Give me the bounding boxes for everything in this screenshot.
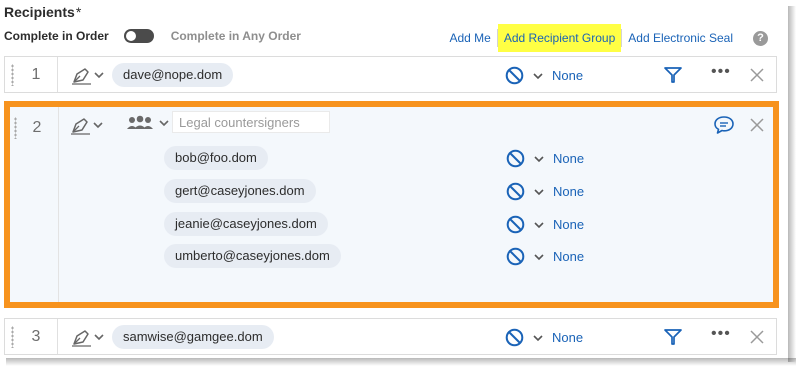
panel-shadow	[6, 358, 796, 366]
chevron-down-icon	[533, 334, 543, 341]
divider	[57, 57, 58, 92]
role-selector[interactable]	[70, 115, 110, 135]
role-selector[interactable]	[71, 327, 111, 347]
filter-icon[interactable]	[663, 328, 683, 346]
recipient-email-chip[interactable]: dave@nope.dom	[112, 63, 234, 87]
toggle-knob	[125, 31, 136, 41]
close-icon[interactable]	[749, 329, 765, 345]
more-options-icon[interactable]: •••	[711, 63, 731, 81]
no-auth-icon	[506, 215, 525, 234]
more-options-icon[interactable]: •••	[711, 325, 731, 343]
pen-signer-icon	[72, 330, 91, 347]
chevron-down-icon	[93, 122, 103, 129]
add-recipient-group-link[interactable]: Add Recipient Group	[497, 24, 622, 52]
chevron-down-icon	[534, 253, 544, 260]
auth-label: None	[553, 217, 585, 232]
recipient-row-3: 3 samwise@gamgee.dom None •••	[4, 318, 777, 355]
no-auth-icon	[506, 247, 525, 266]
required-mark: *	[75, 4, 82, 20]
pen-signer-icon	[71, 118, 90, 135]
chevron-down-icon	[534, 155, 544, 162]
divider	[57, 319, 58, 354]
add-electronic-seal-link[interactable]: Add Electronic Seal	[622, 24, 739, 52]
no-auth-icon	[506, 182, 525, 201]
group-member-email-chip[interactable]: gert@caseyjones.dom	[164, 179, 316, 203]
recipient-email-chip[interactable]: samwise@gamgee.dom	[112, 325, 274, 349]
no-auth-icon	[505, 66, 524, 85]
recipient-number: 2	[32, 119, 42, 136]
group-member-email-chip[interactable]: umberto@caseyjones.dom	[164, 244, 341, 268]
auth-selector[interactable]: None	[506, 149, 584, 168]
people-group-icon	[127, 115, 153, 129]
order-toggle[interactable]	[123, 29, 154, 43]
panel-shadow	[788, 6, 796, 362]
chevron-down-icon	[534, 188, 544, 195]
auth-label: None	[552, 68, 584, 83]
role-selector[interactable]	[71, 65, 111, 85]
drag-handle[interactable]	[11, 64, 14, 86]
recipient-number: 3	[31, 328, 41, 345]
filter-icon[interactable]	[663, 66, 683, 84]
complete-any-order-label: Complete in Any Order	[170, 29, 301, 43]
group-member-email-chip[interactable]: bob@foo.dom	[164, 146, 268, 170]
chevron-down-icon	[159, 120, 169, 127]
auth-selector[interactable]: None	[506, 215, 584, 234]
recipient-actions: Add Me Add Recipient Group Add Electroni…	[444, 24, 768, 52]
close-icon[interactable]	[749, 117, 765, 133]
group-type-selector[interactable]	[126, 115, 170, 131]
auth-selector[interactable]: None	[506, 182, 584, 201]
recipients-panel: Recipients* Complete in Order Complete i…	[0, 0, 788, 358]
no-auth-icon	[505, 328, 524, 347]
chevron-down-icon	[94, 334, 104, 341]
help-icon[interactable]: ?	[753, 30, 768, 46]
chevron-down-icon	[534, 221, 544, 228]
auth-selector[interactable]: None	[505, 66, 583, 85]
auth-label: None	[553, 151, 585, 166]
group-name-input[interactable]: Legal countersigners	[172, 111, 330, 133]
recipients-title: Recipients*	[4, 4, 82, 20]
auth-selector[interactable]: None	[506, 247, 584, 266]
drag-handle[interactable]	[11, 326, 14, 348]
drag-handle[interactable]	[14, 117, 17, 139]
order-control: Complete in Order Complete in Any Order	[4, 28, 301, 44]
group-member-email-chip[interactable]: jeanie@caseyjones.dom	[164, 212, 328, 236]
message-icon[interactable]	[713, 115, 735, 135]
auth-label: None	[553, 249, 585, 264]
add-me-link[interactable]: Add Me	[444, 24, 497, 52]
chevron-down-icon	[533, 72, 543, 79]
close-icon[interactable]	[749, 67, 765, 83]
auth-label: None	[553, 184, 585, 199]
auth-label: None	[552, 330, 584, 345]
recipient-row-1: 1 dave@nope.dom None •••	[4, 56, 777, 93]
pen-signer-icon	[72, 68, 91, 85]
no-auth-icon	[506, 149, 525, 168]
divider	[58, 107, 59, 302]
recipient-number: 1	[31, 66, 41, 83]
auth-selector[interactable]: None	[505, 328, 583, 347]
recipient-group-row-2: 2 Legal countersigners bob@foo.dom None …	[4, 101, 779, 308]
chevron-down-icon	[94, 72, 104, 79]
complete-in-order-label: Complete in Order	[4, 29, 109, 43]
